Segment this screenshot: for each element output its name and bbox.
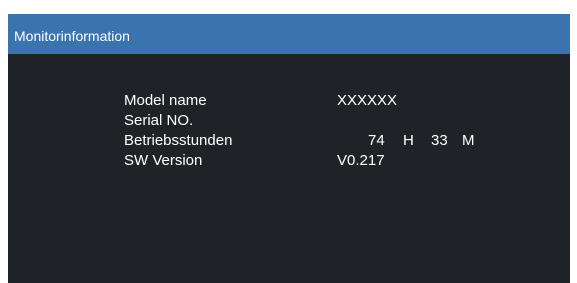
serial-label: Serial NO.: [124, 112, 194, 129]
sw-version-label: SW Version: [124, 152, 203, 169]
panel-title: Monitorinformation: [14, 28, 130, 44]
operating-hours-value: 74: [368, 132, 385, 149]
operating-hours-label: Betriebsstunden: [124, 132, 233, 149]
monitor-info-panel: Monitorinformation Model name XXXXXX Ser…: [8, 14, 570, 283]
model-name-value: XXXXXX: [337, 92, 398, 109]
operating-hours-unit: H: [403, 132, 414, 149]
operating-minutes-unit: M: [462, 132, 475, 149]
model-name-label: Model name: [124, 92, 207, 109]
operating-minutes-value: 33: [431, 132, 448, 149]
title-bar: Monitorinformation: [8, 14, 570, 54]
sw-version-value: V0.217: [337, 152, 385, 169]
